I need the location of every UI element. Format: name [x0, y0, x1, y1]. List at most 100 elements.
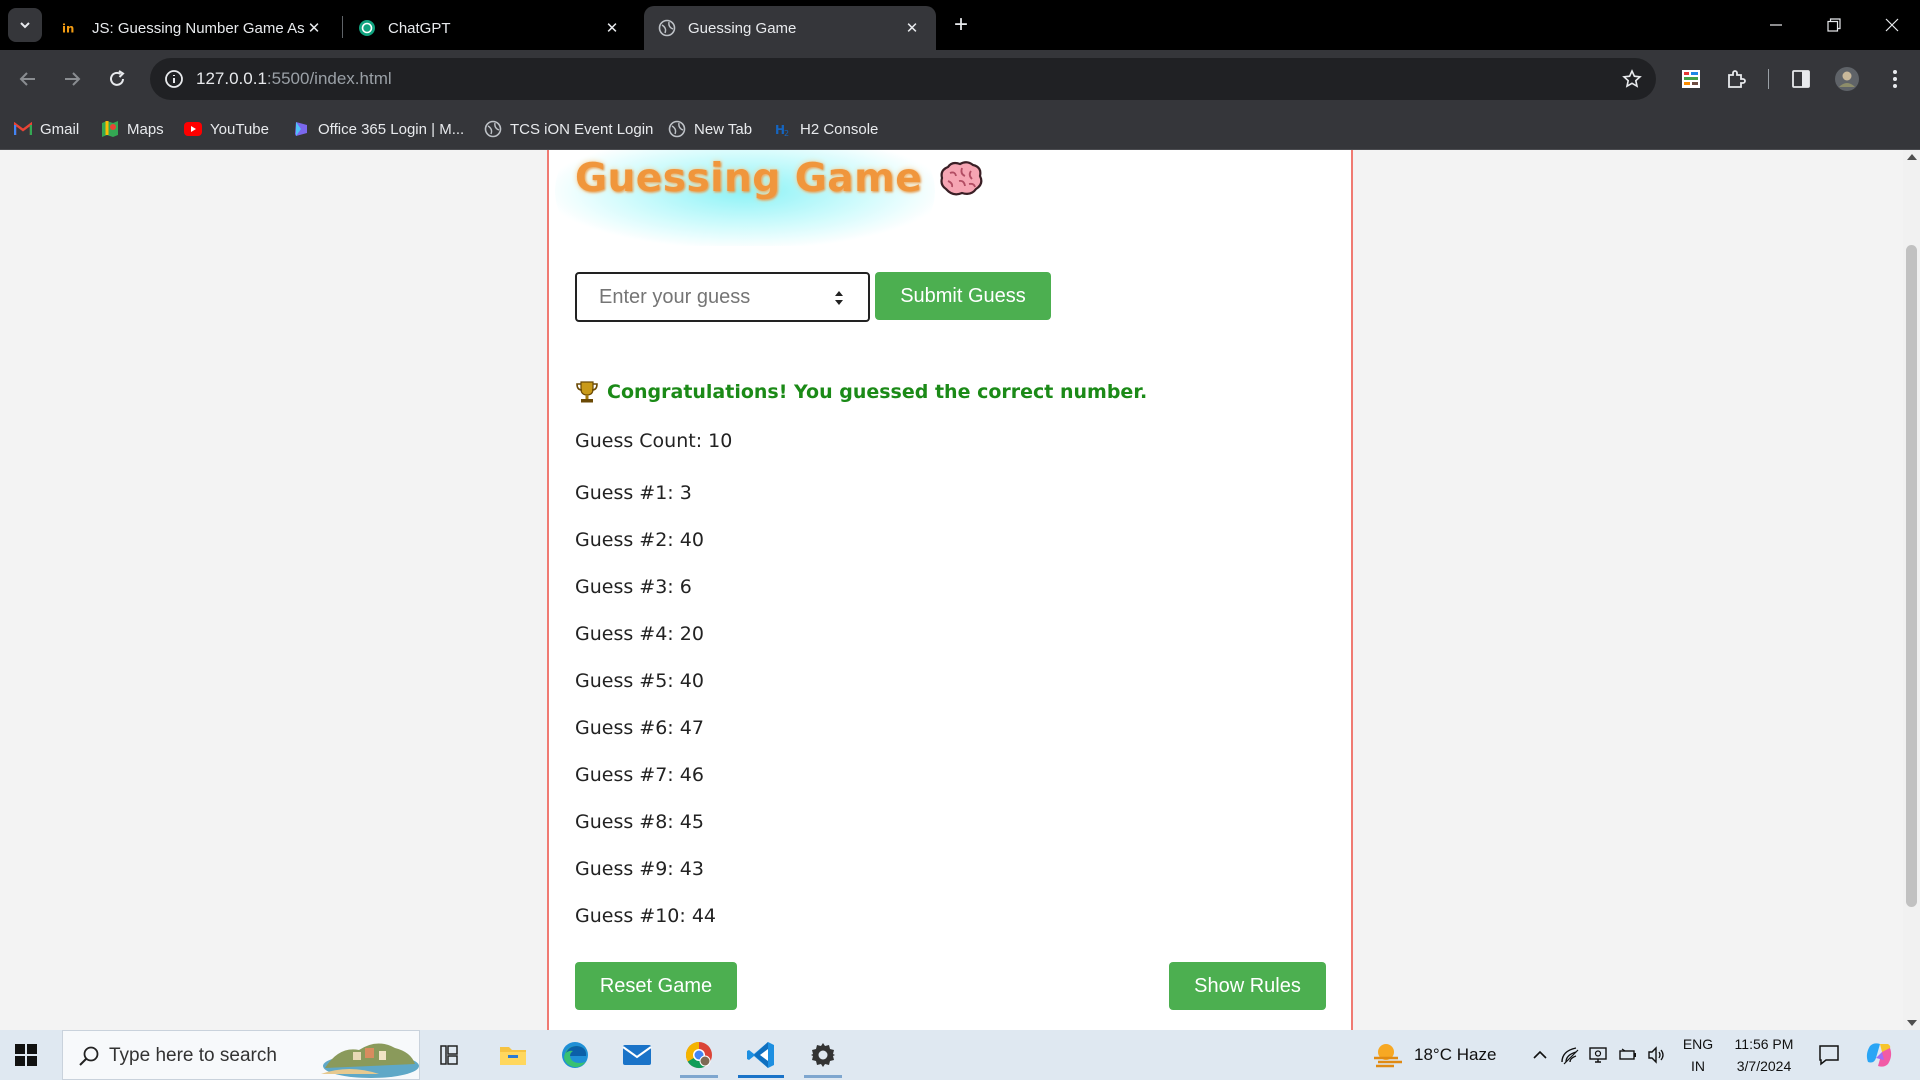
- scroll-down-arrow-icon[interactable]: [1907, 1020, 1917, 1026]
- battery-icon[interactable]: [1618, 1045, 1638, 1065]
- tab-title: ChatGPT: [388, 19, 451, 37]
- bookmark-office-365[interactable]: Office 365 Login | M...: [292, 118, 464, 140]
- scroll-up-arrow-icon[interactable]: [1907, 154, 1917, 160]
- tab-chatgpt[interactable]: ChatGPT ✕: [344, 6, 636, 50]
- maps-icon: [101, 120, 119, 138]
- bookmark-label: Gmail: [40, 120, 80, 138]
- guess-history-item: Guess #4: 20: [575, 623, 704, 645]
- taskbar-search-box[interactable]: Type here to search: [62, 1030, 420, 1080]
- bookmark-label: Maps: [127, 120, 164, 138]
- page-scrollbar[interactable]: [1903, 150, 1920, 1030]
- toolbar-divider: [1768, 69, 1769, 89]
- bookmark-label: TCS iON Event Login: [510, 120, 654, 138]
- page-title: Guessing Game: [575, 156, 923, 201]
- close-window-icon[interactable]: [1864, 0, 1920, 50]
- clock-time[interactable]: 11:56 PM: [1724, 1036, 1804, 1052]
- edge-browser-icon[interactable]: [546, 1030, 604, 1080]
- office-icon: [292, 120, 310, 138]
- bookmark-star-icon[interactable]: [1620, 67, 1644, 91]
- bookmark-new-tab[interactable]: New Tab: [668, 118, 752, 140]
- side-panel-icon[interactable]: [1786, 64, 1816, 94]
- minimize-icon[interactable]: [1748, 0, 1804, 50]
- guess-history-item: Guess #1: 3: [575, 482, 692, 504]
- guess-history-item: Guess #2: 40: [575, 529, 704, 551]
- show-rules-button[interactable]: Show Rules: [1169, 962, 1326, 1010]
- tab-internshala[interactable]: in JS: Guessing Number Game Ass ✕: [48, 6, 338, 50]
- chevron-down-icon: [20, 22, 30, 29]
- trophy-icon: [576, 381, 598, 403]
- forward-icon[interactable]: [56, 63, 88, 95]
- mail-icon[interactable]: [608, 1030, 666, 1080]
- windows-taskbar: Type here to search 18°C Haze ENG IN 11:…: [0, 1030, 1920, 1080]
- bookmark-label: New Tab: [694, 120, 753, 138]
- language-code[interactable]: ENG: [1682, 1036, 1714, 1052]
- submit-guess-button[interactable]: Submit Guess: [875, 272, 1051, 320]
- bookmarks-bar: Gmail Maps YouTube Office 365 Login | M.…: [0, 108, 1920, 150]
- game-container: Guessing Game Submit Guess Congratulatio…: [547, 150, 1353, 1030]
- chevron-up-icon[interactable]: [1530, 1045, 1550, 1065]
- guess-history-item: Guess #6: 47: [575, 717, 704, 739]
- globe-icon: [658, 19, 676, 37]
- chatgpt-icon: [358, 19, 376, 37]
- tab-strip: in JS: Guessing Number Game Ass ✕ ChatGP…: [0, 0, 1920, 50]
- new-tab-icon[interactable]: +: [948, 11, 974, 38]
- scrollbar-thumb[interactable]: [1906, 245, 1917, 907]
- h2-icon: H2: [774, 120, 792, 138]
- success-message: Congratulations! You guessed the correct…: [607, 381, 1148, 403]
- guess-input-field[interactable]: [577, 274, 817, 320]
- bookmark-h2-console[interactable]: H2 H2 Console: [774, 118, 878, 140]
- bookmark-maps[interactable]: Maps: [101, 118, 164, 140]
- puzzle-extensions-icon[interactable]: [1721, 64, 1751, 94]
- reload-icon[interactable]: [101, 63, 133, 95]
- bookmark-youtube[interactable]: YouTube: [184, 118, 269, 140]
- address-bar[interactable]: 127.0.0.1:5500/index.html: [150, 58, 1656, 100]
- close-icon[interactable]: ✕: [602, 18, 622, 38]
- number-spinner-icon[interactable]: [834, 290, 844, 306]
- brain-icon: [940, 160, 983, 195]
- globe-icon: [484, 120, 502, 138]
- weather-text[interactable]: 18°C Haze: [1414, 1045, 1496, 1065]
- reset-game-button[interactable]: Reset Game: [575, 962, 737, 1010]
- result-message: Congratulations! You guessed the correct…: [575, 380, 1147, 404]
- tab-divider: [342, 16, 343, 38]
- extension-lists-icon[interactable]: [1676, 64, 1706, 94]
- tab-search-button[interactable]: [8, 8, 42, 42]
- vscode-icon[interactable]: [732, 1030, 790, 1080]
- volume-icon[interactable]: [1646, 1045, 1666, 1065]
- guess-history-item: Guess #9: 43: [575, 858, 704, 880]
- notification-center-icon[interactable]: [1818, 1044, 1840, 1066]
- restore-icon[interactable]: [1806, 0, 1862, 50]
- avatar[interactable]: [1832, 64, 1862, 94]
- chrome-icon[interactable]: [670, 1030, 728, 1080]
- clock-date[interactable]: 3/7/2024: [1724, 1058, 1804, 1074]
- youtube-icon: [184, 120, 202, 138]
- bookmark-tcs-ion[interactable]: TCS iON Event Login: [484, 118, 653, 140]
- bookmark-label: YouTube: [210, 120, 269, 138]
- globe-icon: [668, 120, 686, 138]
- file-explorer-icon[interactable]: [484, 1030, 542, 1080]
- kebab-menu-icon[interactable]: [1880, 64, 1910, 94]
- page-viewport: Guessing Game Submit Guess Congratulatio…: [0, 150, 1920, 1030]
- close-icon[interactable]: ✕: [304, 18, 324, 38]
- display-icon[interactable]: [1588, 1045, 1608, 1065]
- close-icon[interactable]: ✕: [902, 18, 922, 38]
- windows-start-icon[interactable]: [14, 1043, 38, 1067]
- guess-number-input[interactable]: [575, 272, 870, 322]
- settings-gear-icon[interactable]: [794, 1030, 852, 1080]
- tab-guessing-game[interactable]: Guessing Game ✕: [644, 6, 936, 50]
- task-view-icon[interactable]: [420, 1030, 478, 1080]
- tab-title: JS: Guessing Number Game Ass: [92, 19, 304, 37]
- site-info-icon[interactable]: [162, 67, 186, 91]
- internshala-icon: in: [62, 19, 80, 37]
- copilot-icon[interactable]: [1864, 1040, 1894, 1070]
- tab-title: Guessing Game: [688, 19, 797, 37]
- bookmark-gmail[interactable]: Gmail: [14, 118, 79, 140]
- guess-count: Guess Count: 10: [575, 430, 733, 452]
- url-host: 127.0.0.1: [196, 69, 267, 88]
- url-path: :5500/index.html: [266, 69, 392, 88]
- search-icon: [79, 1046, 99, 1066]
- search-placeholder: Type here to search: [109, 1045, 277, 1066]
- back-icon[interactable]: [12, 63, 44, 95]
- region-code[interactable]: IN: [1682, 1058, 1714, 1074]
- network-icon[interactable]: [1560, 1045, 1580, 1065]
